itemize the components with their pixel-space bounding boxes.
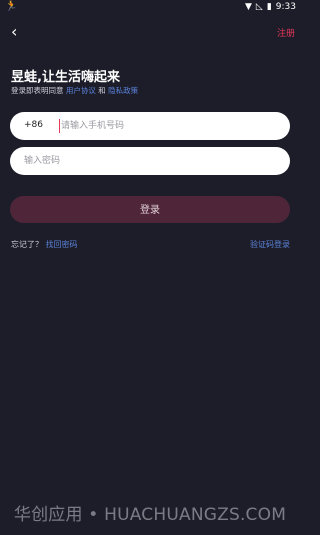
phone-field[interactable]: +86: [10, 112, 290, 140]
watermark: 华创应用 • HUACHUANGZS.COM: [13, 505, 287, 525]
back-arrow-icon[interactable]: ‹: [11, 23, 17, 41]
status-icons: ▼ ◺ ▮ 9:33: [245, 0, 296, 14]
country-code[interactable]: +86: [24, 120, 43, 130]
privacy-policy-link[interactable]: 隐私政策: [108, 86, 138, 95]
user-agreement-link[interactable]: 用户协议: [66, 86, 96, 95]
phone-input[interactable]: [61, 112, 281, 140]
page-title: 昱蛙,让生活嗨起来: [11, 70, 120, 85]
forgot-password: 忘记了？ 找回密码: [11, 239, 78, 250]
login-button[interactable]: 登录: [10, 196, 290, 223]
battery-icon: ▮: [266, 2, 272, 12]
register-link[interactable]: 注册: [277, 26, 295, 39]
top-nav: ‹ 注册: [0, 22, 300, 42]
runner-icon: 🏃: [5, 1, 18, 12]
agreement-text: 登录即表明同意 用户协议 和 隐私政策: [11, 85, 138, 96]
wifi-icon: ▼: [244, 2, 252, 12]
find-password-link[interactable]: 找回密码: [46, 240, 78, 249]
password-input[interactable]: [24, 147, 280, 175]
signal-icon: ◺: [255, 2, 263, 12]
status-time: 9:33: [275, 2, 296, 12]
text-cursor: [59, 119, 60, 133]
agreement-prefix: 登录即表明同意: [11, 86, 64, 95]
forgot-prefix: 忘记了？: [11, 240, 43, 249]
status-bar: 🏃 ▼ ◺ ▮ 9:33: [0, 0, 300, 14]
password-field[interactable]: [10, 147, 290, 175]
sms-login-link[interactable]: 验证码登录: [250, 239, 290, 250]
agreement-and: 和: [98, 86, 106, 95]
